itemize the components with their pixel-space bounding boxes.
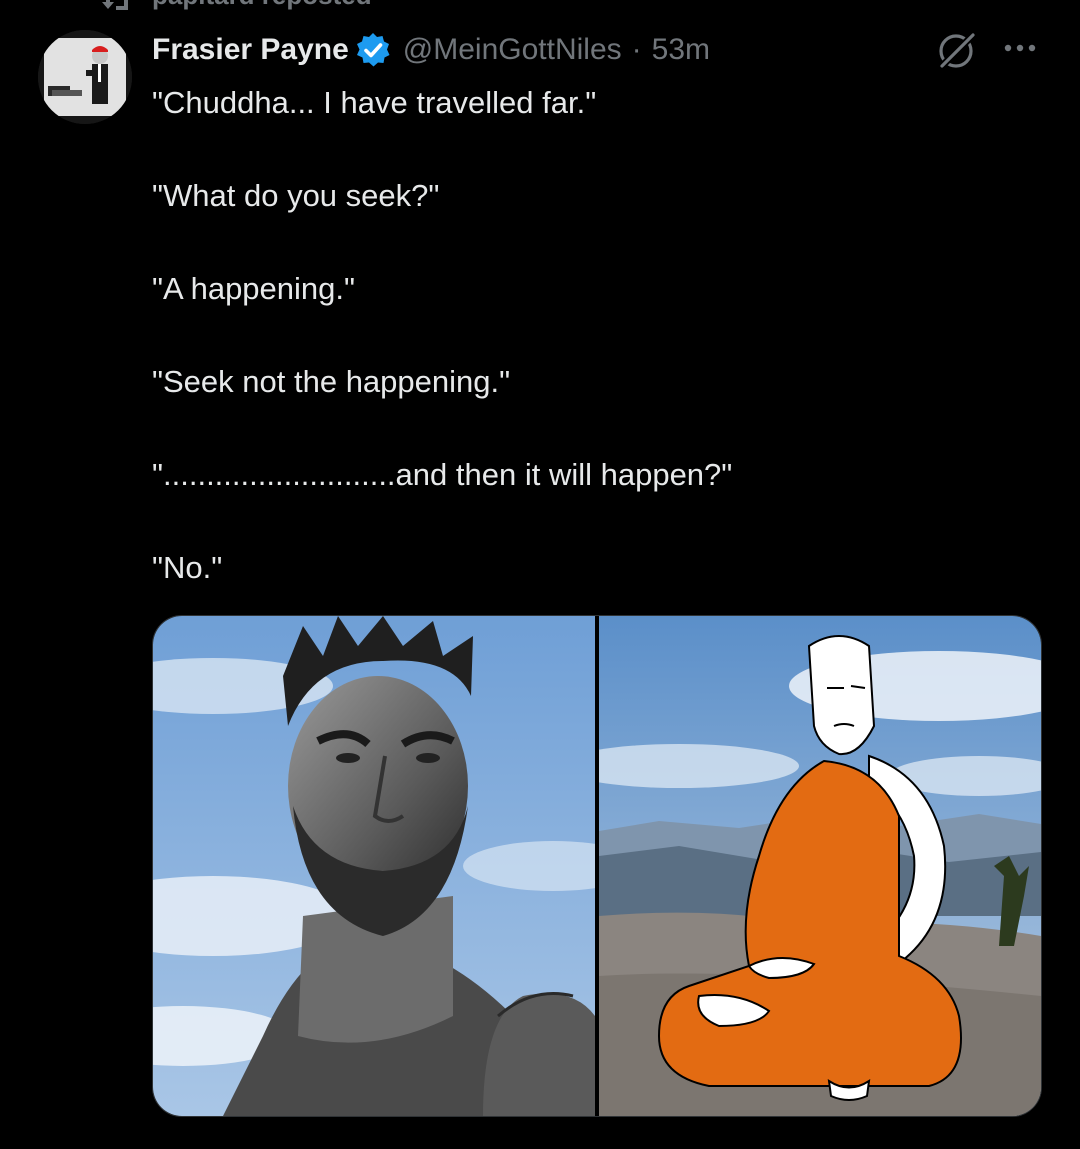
user-handle[interactable]: @MeinGottNiles bbox=[403, 33, 622, 67]
tweet-line: "...........................and then it … bbox=[152, 457, 733, 492]
timestamp[interactable]: 53m bbox=[652, 33, 710, 67]
repost-text: papitard reposted bbox=[152, 0, 372, 11]
verified-badge-icon[interactable] bbox=[355, 32, 391, 68]
tweet-header: Frasier Payne @MeinGottNiles · 53m bbox=[152, 28, 710, 72]
tweet-line: "Seek not the happening." bbox=[152, 364, 511, 399]
more-options-icon[interactable] bbox=[1000, 28, 1040, 68]
repost-icon bbox=[102, 0, 128, 10]
media-grid bbox=[152, 615, 1042, 1117]
media-image-monk[interactable] bbox=[599, 616, 1041, 1116]
action-bar-edge bbox=[152, 1140, 1040, 1149]
tweet-line: "What do you seek?" bbox=[152, 178, 440, 213]
media-image-portrait[interactable] bbox=[153, 616, 595, 1116]
tweet-line: "A happening." bbox=[152, 271, 356, 306]
grok-icon[interactable] bbox=[934, 28, 978, 72]
tweet-line: "Chuddha... I have travelled far." bbox=[152, 85, 597, 120]
display-name[interactable]: Frasier Payne bbox=[152, 33, 349, 67]
separator-dot: · bbox=[631, 33, 642, 66]
tweet-text: "Chuddha... I have travelled far." "What… bbox=[152, 80, 1032, 592]
avatar[interactable] bbox=[38, 30, 132, 124]
avatar-image bbox=[38, 30, 132, 124]
tweet-line: "No." bbox=[152, 550, 223, 585]
